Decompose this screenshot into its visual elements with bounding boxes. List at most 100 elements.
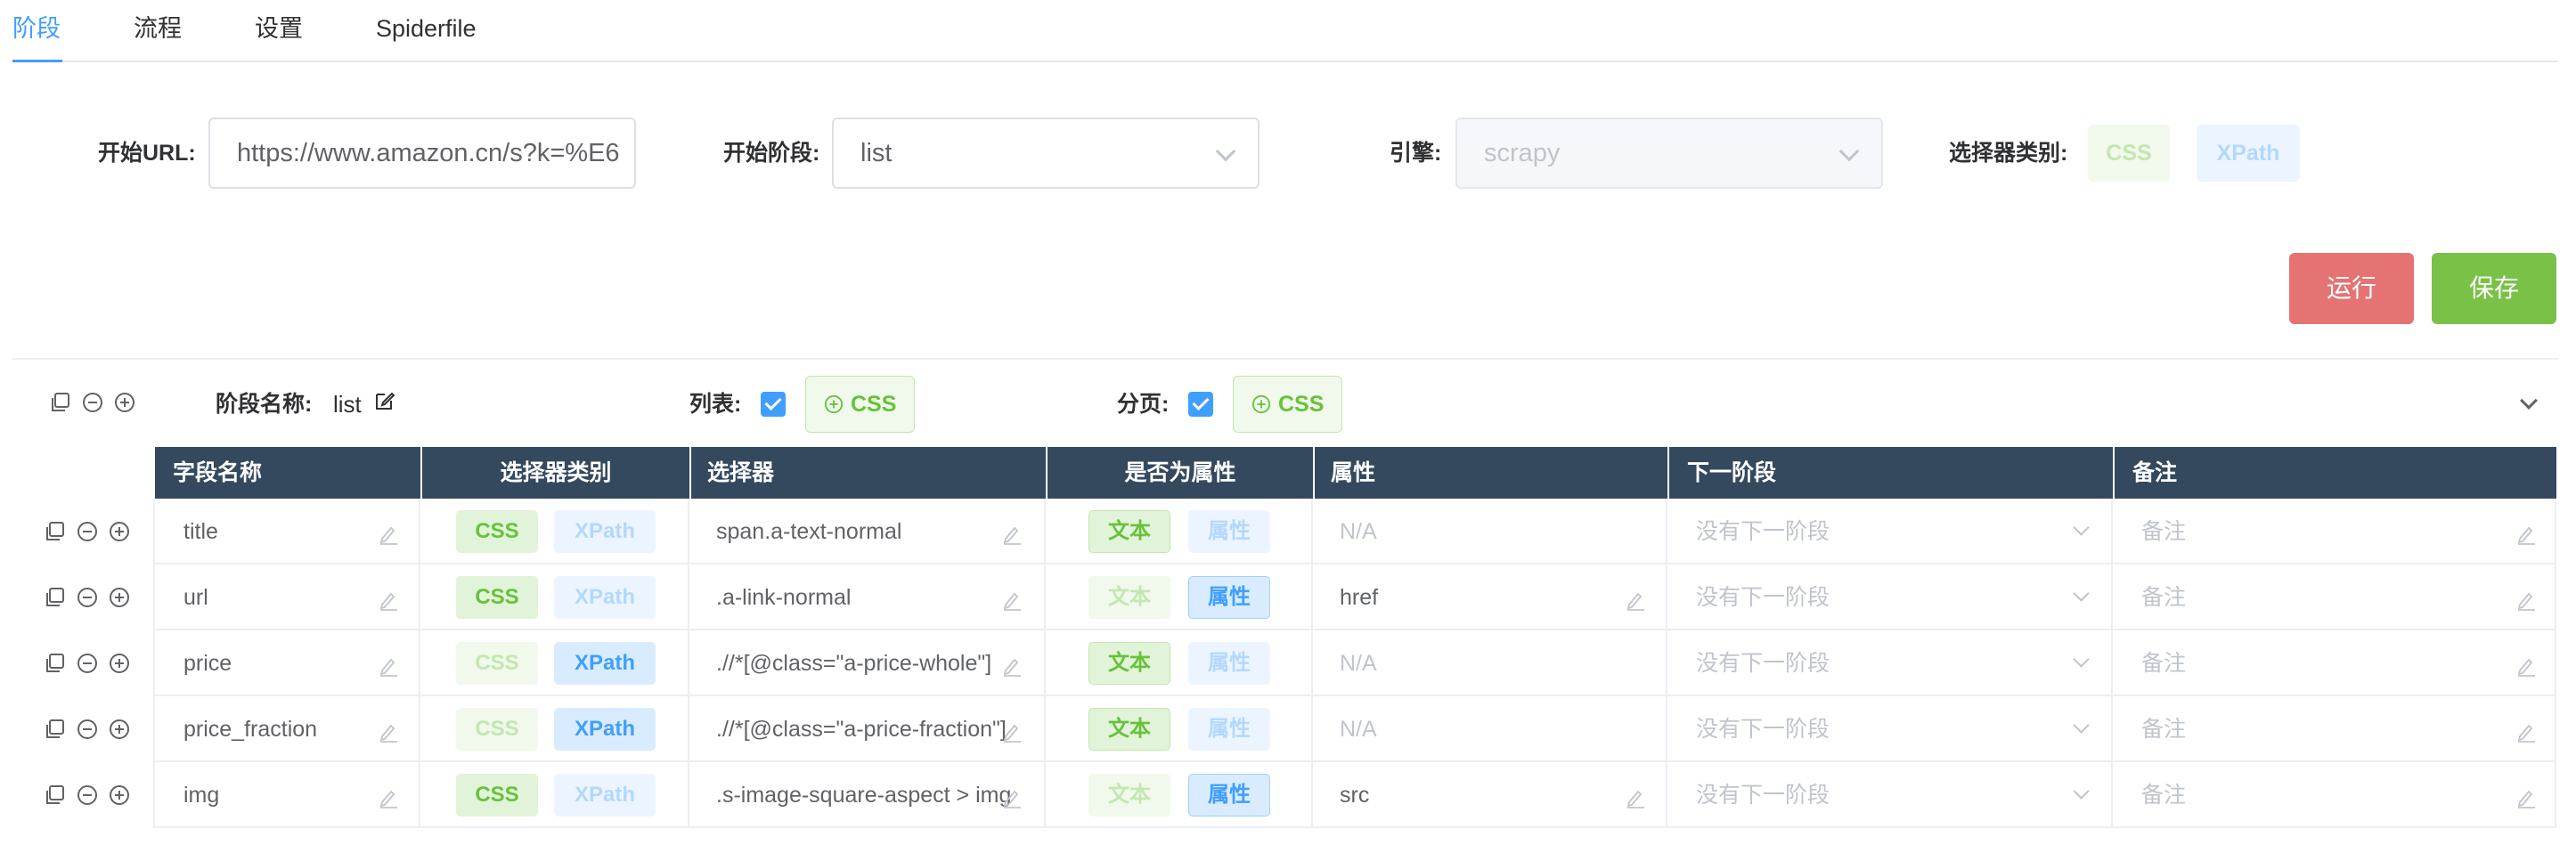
next-stage-select[interactable]: 没有下一阶段: [1696, 781, 2017, 809]
selector-type-xpath-button[interactable]: XPath: [2197, 125, 2300, 182]
pencil-icon[interactable]: [378, 524, 399, 545]
selector-text[interactable]: .a-link-normal: [716, 583, 1031, 612]
selector-type-xpath-tag[interactable]: XPath: [554, 510, 656, 553]
selector-type-css-tag[interactable]: CSS: [456, 708, 538, 751]
list-checkbox[interactable]: [761, 392, 786, 417]
pencil-icon[interactable]: [2515, 589, 2537, 611]
is-attribute-tag[interactable]: 属性: [1188, 774, 1270, 816]
tab-flow[interactable]: 流程: [134, 12, 182, 45]
copy-icon[interactable]: [50, 392, 71, 413]
selector-type-css-tag[interactable]: CSS: [456, 774, 538, 816]
remark-input[interactable]: 备注: [2141, 517, 2409, 546]
next-stage-select[interactable]: 没有下一阶段: [1696, 583, 2017, 612]
field-name-text[interactable]: img: [183, 781, 362, 809]
selector-type-xpath-tag[interactable]: XPath: [554, 774, 656, 816]
tab-settings[interactable]: 设置: [255, 12, 303, 45]
pencil-icon[interactable]: [2515, 655, 2537, 677]
attribute-text[interactable]: href: [1340, 583, 1589, 612]
is-text-tag[interactable]: 文本: [1088, 576, 1170, 619]
copy-icon[interactable]: [45, 719, 66, 740]
pencil-icon[interactable]: [2515, 524, 2537, 545]
remove-circle-icon[interactable]: [77, 521, 98, 542]
selector-type-xpath-tag[interactable]: XPath: [554, 642, 656, 685]
remark-input[interactable]: 备注: [2141, 781, 2409, 809]
attribute-text: N/A: [1340, 651, 1377, 676]
start-stage-select[interactable]: list: [832, 118, 1259, 189]
pencil-icon[interactable]: [1625, 787, 1646, 808]
column-separator: [1044, 499, 1046, 565]
add-circle-icon[interactable]: [109, 719, 130, 740]
remove-circle-icon[interactable]: [77, 784, 98, 806]
next-stage-select[interactable]: 没有下一阶段: [1696, 517, 2017, 546]
selector-text[interactable]: span.a-text-normal: [716, 517, 1031, 546]
next-stage-select[interactable]: 没有下一阶段: [1696, 649, 2017, 678]
add-circle-icon[interactable]: [109, 521, 130, 542]
tab-stages[interactable]: 阶段: [12, 12, 61, 45]
is-text-tag[interactable]: 文本: [1088, 510, 1170, 553]
pencil-icon[interactable]: [378, 589, 399, 611]
pencil-icon[interactable]: [1001, 721, 1023, 743]
attribute-text[interactable]: src: [1340, 781, 1589, 809]
field-name-text[interactable]: price: [183, 649, 362, 678]
pencil-icon[interactable]: [1625, 589, 1646, 611]
selector-type-xpath-tag[interactable]: XPath: [554, 708, 656, 751]
remove-circle-icon[interactable]: [77, 587, 98, 608]
is-text-tag[interactable]: 文本: [1088, 708, 1170, 751]
copy-icon[interactable]: [45, 784, 66, 806]
selector-type-xpath-tag[interactable]: XPath: [554, 576, 656, 619]
is-attribute-tag[interactable]: 属性: [1188, 510, 1270, 553]
field-name-text[interactable]: price_fraction: [183, 715, 362, 743]
pencil-icon[interactable]: [378, 721, 399, 743]
add-circle-icon[interactable]: [109, 653, 130, 674]
remark-input[interactable]: 备注: [2141, 649, 2409, 678]
remark-input[interactable]: 备注: [2141, 583, 2409, 612]
pencil-icon[interactable]: [378, 787, 399, 808]
selector-type-css-tag[interactable]: CSS: [456, 642, 538, 685]
selector-text[interactable]: .s-image-square-aspect > img: [716, 781, 1031, 809]
edit-icon[interactable]: [374, 390, 395, 411]
add-circle-icon[interactable]: [109, 784, 130, 806]
pencil-icon[interactable]: [378, 655, 399, 677]
is-text-tag[interactable]: 文本: [1088, 642, 1170, 685]
remove-circle-icon[interactable]: [82, 392, 103, 413]
section-divider: [12, 358, 2558, 360]
selector-text[interactable]: .//*[@class="a-price-whole"]: [716, 649, 1031, 678]
is-text-tag[interactable]: 文本: [1088, 774, 1170, 816]
tab-spiderfile[interactable]: Spiderfile: [376, 12, 477, 45]
pencil-icon[interactable]: [2515, 787, 2537, 808]
selector-type-css-tag[interactable]: CSS: [456, 576, 538, 619]
collapse-chevron-icon[interactable]: [2520, 392, 2538, 410]
pencil-icon[interactable]: [2515, 721, 2537, 743]
remove-circle-icon[interactable]: [77, 653, 98, 674]
pencil-icon[interactable]: [1001, 524, 1023, 545]
pagination-add-css-button[interactable]: CSS: [1233, 376, 1343, 433]
column-separator: [153, 696, 155, 762]
copy-icon[interactable]: [45, 521, 66, 542]
add-circle-icon[interactable]: [114, 392, 135, 413]
field-name-text[interactable]: url: [183, 583, 362, 612]
list-add-css-button[interactable]: CSS: [805, 376, 916, 433]
next-stage-select[interactable]: 没有下一阶段: [1696, 715, 2017, 743]
save-button[interactable]: 保存: [2432, 253, 2556, 324]
column-separator: [2111, 696, 2113, 762]
start-url-input[interactable]: https://www.amazon.cn/s?k=%E6: [208, 118, 636, 189]
pagination-checkbox[interactable]: [1188, 392, 1213, 417]
is-attribute-tag[interactable]: 属性: [1188, 576, 1270, 619]
selector-type-css-button[interactable]: CSS: [2088, 125, 2170, 182]
header-attribute: 属性: [1331, 460, 1376, 485]
remove-circle-icon[interactable]: [77, 719, 98, 740]
pencil-icon[interactable]: [1001, 655, 1023, 677]
field-name-text[interactable]: title: [183, 517, 362, 546]
selector-type-css-tag[interactable]: CSS: [456, 510, 538, 553]
copy-icon[interactable]: [45, 587, 66, 608]
add-circle-icon[interactable]: [109, 587, 130, 608]
pencil-icon[interactable]: [1001, 787, 1023, 808]
copy-icon[interactable]: [45, 653, 66, 674]
selector-text[interactable]: .//*[@class="a-price-fraction"]: [716, 715, 1031, 743]
remark-input[interactable]: 备注: [2141, 715, 2409, 743]
is-attribute-tag[interactable]: 属性: [1188, 708, 1270, 751]
run-button[interactable]: 运行: [2289, 253, 2414, 324]
pencil-icon[interactable]: [1001, 589, 1023, 611]
is-attribute-tag[interactable]: 属性: [1188, 642, 1270, 685]
engine-value: scrapy: [1484, 139, 1561, 167]
